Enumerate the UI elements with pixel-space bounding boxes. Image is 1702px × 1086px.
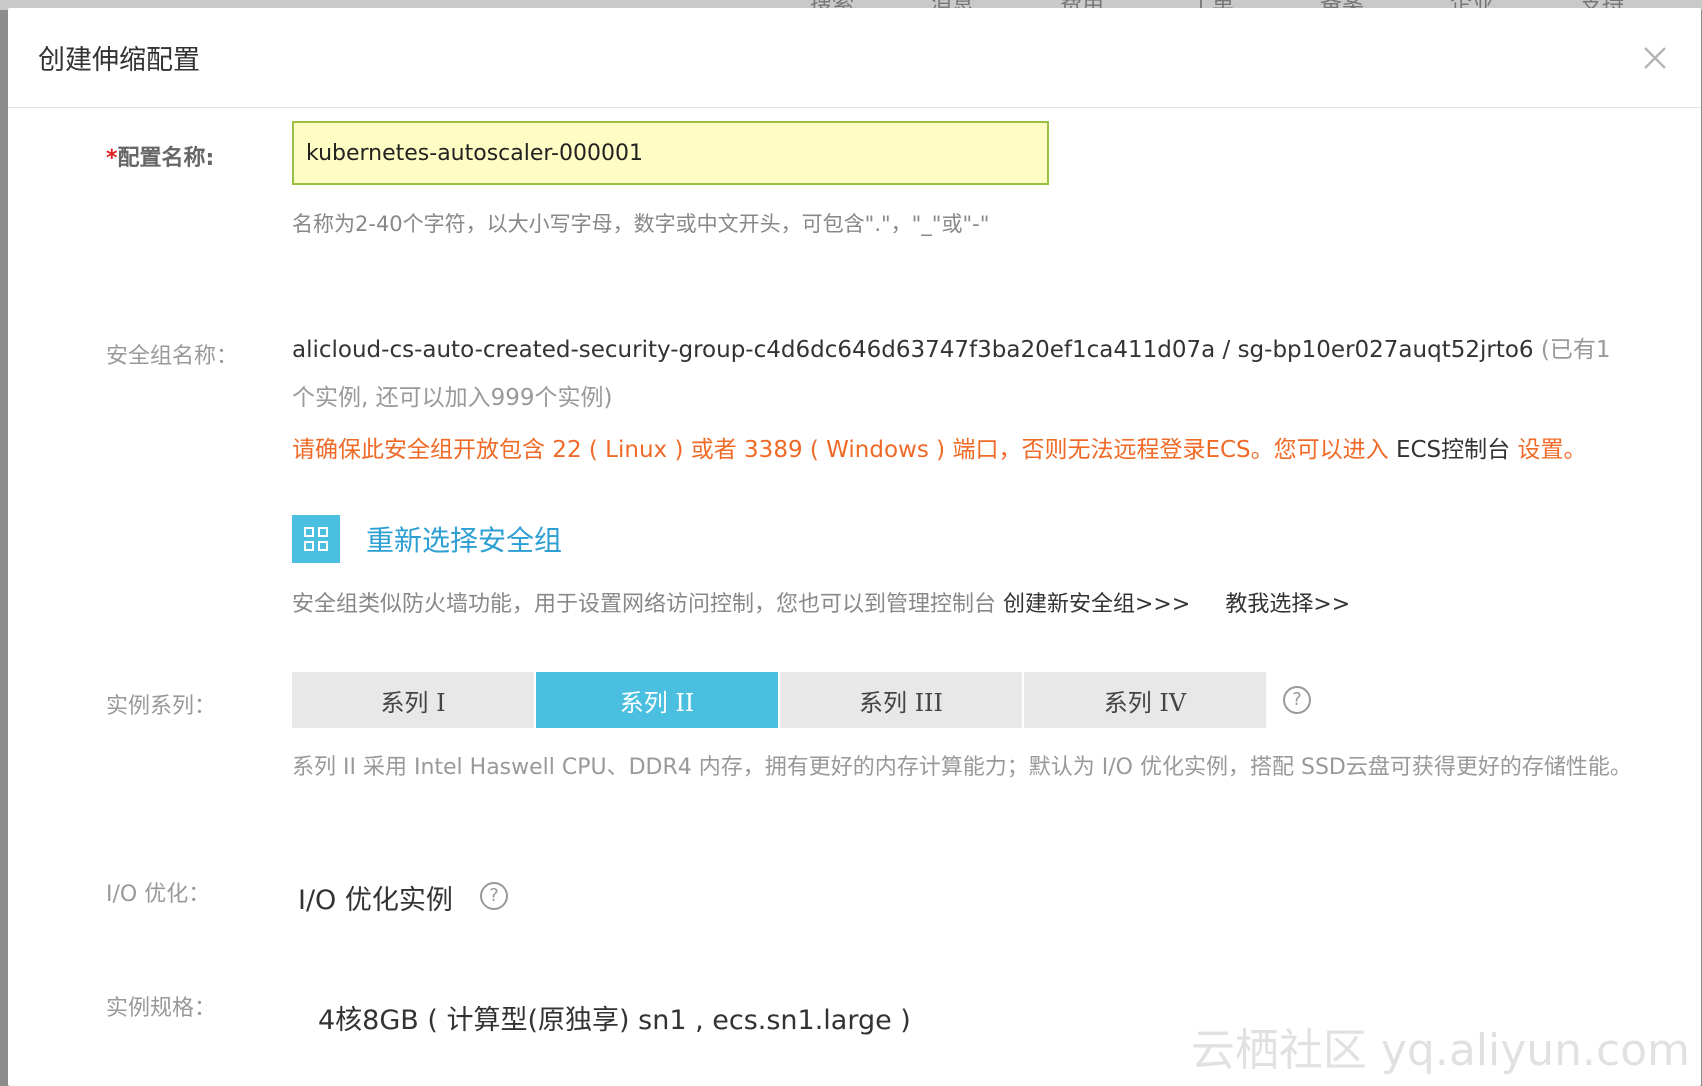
- io-optimization-label: I/O 优化：: [106, 882, 211, 907]
- dialog-title: 创建伸缩配置: [38, 45, 200, 76]
- help-me-choose-link[interactable]: 教我选择>>: [1225, 592, 1350, 617]
- series-help-icon[interactable]: ?: [1283, 686, 1311, 714]
- port-warning: 请确保此安全组开放包含 22 ( Linux ) 或者 3389 ( Windo…: [292, 430, 1586, 464]
- series-tab-1[interactable]: 系列 I: [292, 672, 534, 728]
- security-group-id: alicloud-cs-auto-created-security-group-…: [292, 337, 1534, 363]
- security-group-desc-text: 安全组类似防火墙功能，用于设置网络访问控制，您也可以到管理控制台: [292, 592, 1003, 617]
- required-mark: *: [106, 146, 118, 171]
- series-tab-3[interactable]: 系列 III: [780, 672, 1022, 728]
- instance-spec-value: 4核8GB ( 计算型(原独享) sn1 , ecs.sn1.large ): [318, 1005, 911, 1036]
- reselect-security-group-button[interactable]: 重新选择安全组: [292, 514, 562, 564]
- port-warning-text: 请确保此安全组开放包含 22 ( Linux ) 或者 3389 ( Windo…: [292, 437, 1396, 463]
- close-icon[interactable]: [1639, 42, 1671, 74]
- reselect-security-group-label: 重新选择安全组: [366, 524, 563, 557]
- instance-series-label: 实例系列：: [106, 694, 217, 719]
- instance-series-description: 系列 II 采用 Intel Haswell CPU、DDR4 内存，拥有更好的…: [292, 755, 1632, 780]
- config-name-label-text: 配置名称:: [117, 146, 215, 171]
- series-tab-2[interactable]: 系列 II: [536, 672, 778, 728]
- create-security-group-link[interactable]: 创建新安全组>>>: [1003, 592, 1190, 617]
- security-group-label: 安全组名称：: [106, 344, 239, 369]
- security-group-name: alicloud-cs-auto-created-security-group-…: [292, 326, 1632, 422]
- ecs-console-link[interactable]: ECS控制台: [1396, 437, 1510, 463]
- io-help-icon[interactable]: ?: [480, 882, 508, 910]
- io-optimization-value: I/O 优化实例: [298, 885, 453, 916]
- security-group-description: 安全组类似防火墙功能，用于设置网络访问控制，您也可以到管理控制台 创建新安全组>…: [292, 586, 1350, 618]
- site-watermark: 云栖社区 yq.aliyun.com: [1190, 1025, 1690, 1076]
- series-tab-4[interactable]: 系列 IV: [1024, 672, 1266, 728]
- instance-series-tabs: 系列 I 系列 II 系列 III 系列 IV: [292, 672, 1268, 728]
- config-name-input[interactable]: [292, 121, 1049, 185]
- port-warning-suffix: 设置。: [1510, 437, 1587, 463]
- grid-icon: [292, 515, 340, 563]
- dialog-header: 创建伸缩配置: [8, 8, 1701, 108]
- config-name-hint: 名称为2-40个字符，以大小写字母，数字或中文开头，可包含"."，"_"或"-": [292, 212, 990, 236]
- config-name-label: *配置名称:: [106, 140, 214, 172]
- instance-spec-label: 实例规格：: [106, 996, 217, 1021]
